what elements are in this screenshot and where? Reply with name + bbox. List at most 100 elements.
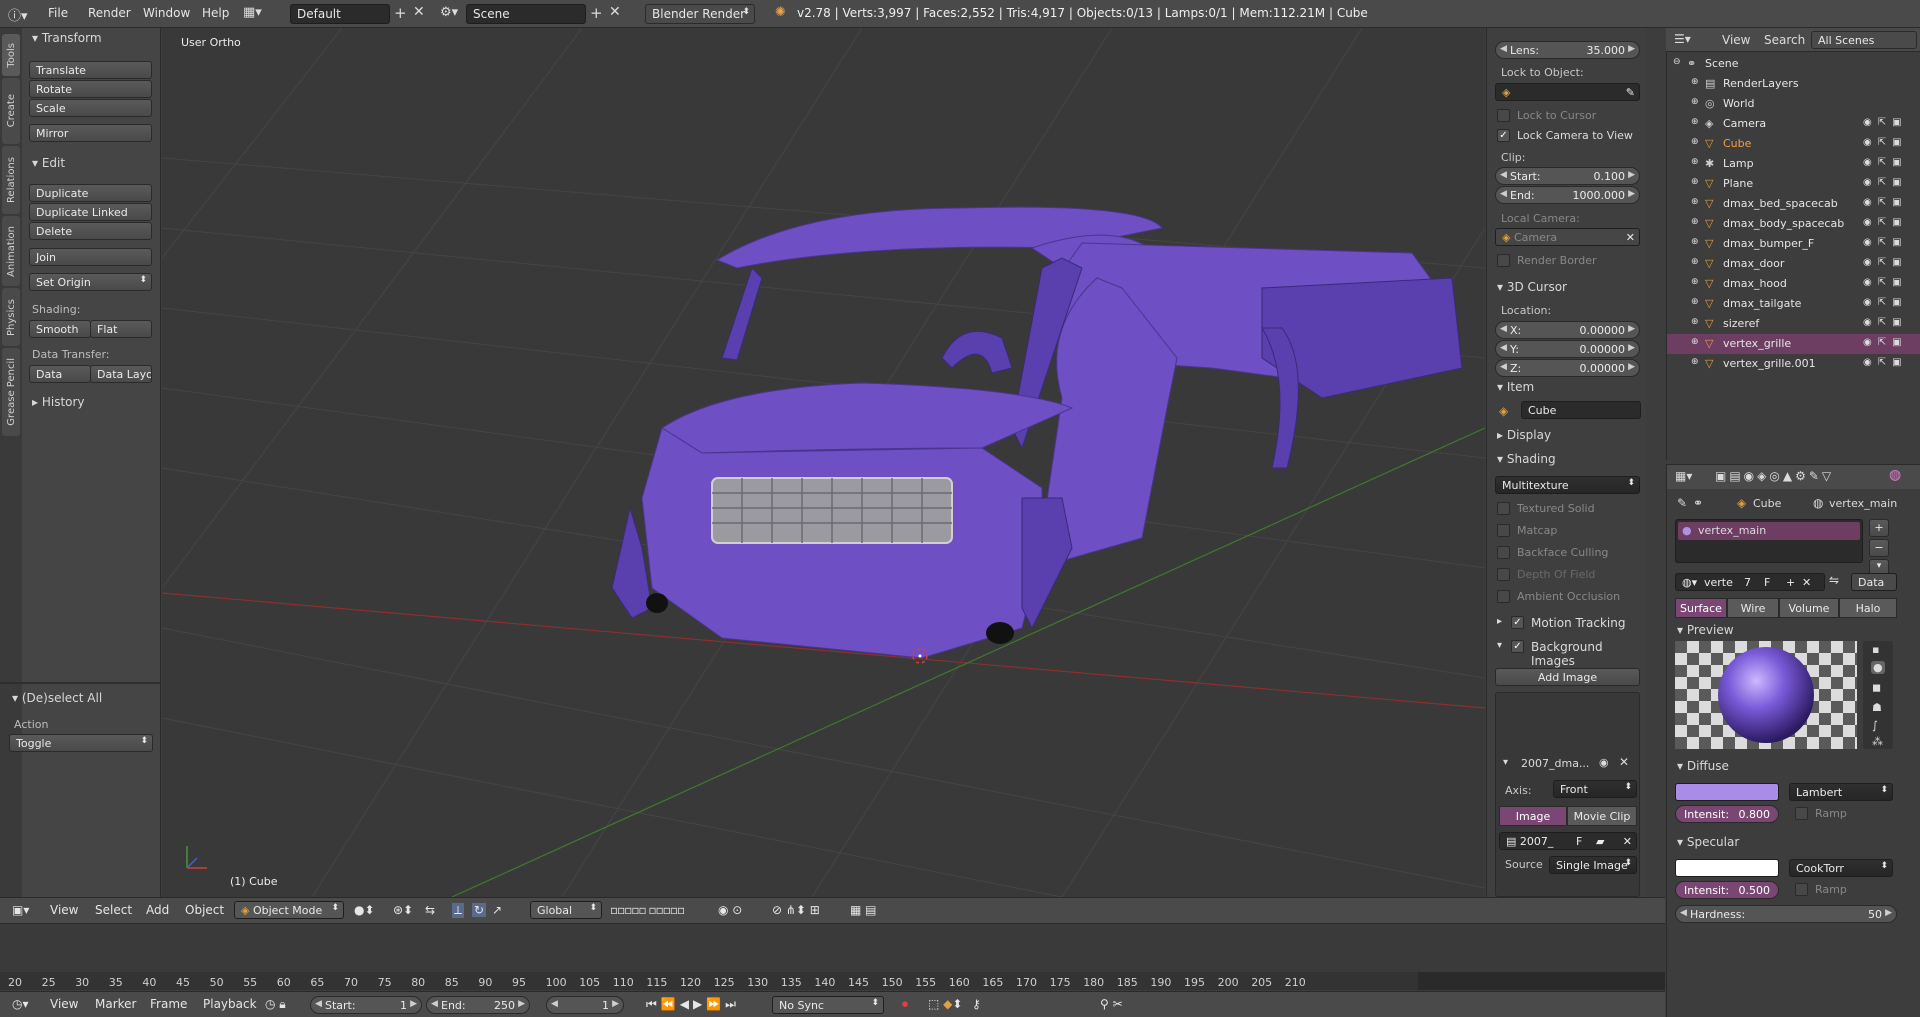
tab-animation[interactable]: Animation xyxy=(2,216,20,286)
lock-cursor-checkbox[interactable] xyxy=(1497,109,1510,122)
flat-preview-icon[interactable]: ▪ xyxy=(1872,643,1879,656)
lens-field[interactable]: ◀ Lens: 35.000 ▶ xyxy=(1495,41,1640,59)
record-icon[interactable]: ⏺ xyxy=(902,997,908,1012)
tab-movie-clip[interactable]: Movie Clip xyxy=(1567,806,1637,826)
hardness-field[interactable]: ◀ Hardness: 50 ▶ xyxy=(1675,905,1897,923)
link-icon[interactable]: ⇋ xyxy=(1829,573,1839,587)
orientation-dropdown[interactable]: Global ⬍ xyxy=(530,901,602,919)
edit-panel-header[interactable]: ▾ Edit xyxy=(32,156,65,170)
close-layout-icon[interactable]: ✕ xyxy=(413,4,425,20)
sphere-preview-icon[interactable]: ● xyxy=(1871,661,1885,674)
restriction-icons[interactable]: ◉⇱▣ xyxy=(1863,257,1908,268)
cursor-x-field[interactable]: ◀ X: 0.00000 ▶ xyxy=(1495,321,1640,339)
sky-preview-icon[interactable]: ⁂ xyxy=(1872,735,1883,748)
mode-dropdown[interactable]: ◈ Object Mode ⬍ xyxy=(234,901,344,919)
expand-icon[interactable]: ⊕ xyxy=(1691,77,1699,87)
tab-relations[interactable]: Relations xyxy=(2,146,20,214)
layout-icon[interactable]: ▦▾ xyxy=(243,5,262,20)
expand-icon[interactable]: ⊕ xyxy=(1691,257,1699,267)
diffuse-ramp-checkbox[interactable] xyxy=(1795,807,1808,820)
menu-render[interactable]: Render xyxy=(88,6,131,20)
expand-icon[interactable]: ⊕ xyxy=(1691,157,1699,167)
outliner-display-dropdown[interactable]: All Scenes xyxy=(1811,31,1917,49)
expand-icon[interactable]: ⊖ xyxy=(1673,57,1681,67)
expand-icon[interactable]: ⊕ xyxy=(1691,337,1699,347)
expand-icon[interactable]: ⊕ xyxy=(1691,317,1699,327)
restriction-icons[interactable]: ◉⇱▣ xyxy=(1863,317,1908,328)
add-layout-icon[interactable]: + xyxy=(394,4,407,22)
expand-icon[interactable]: ⊕ xyxy=(1691,217,1699,227)
scene-icon[interactable]: ⚙▾ xyxy=(440,5,458,20)
expand-icon[interactable]: ⊕ xyxy=(1691,237,1699,247)
menu-file[interactable]: File xyxy=(48,6,68,20)
outliner-row[interactable]: ⊕ ◈ Camera ◉⇱▣ xyxy=(1667,114,1920,134)
render-border-checkbox[interactable] xyxy=(1497,254,1510,267)
cube-preview-icon[interactable]: ◼ xyxy=(1872,681,1881,694)
diffuse-intensity-field[interactable]: Intensit: 0.800 xyxy=(1675,805,1779,823)
data-layout-button[interactable]: Data Layo xyxy=(90,365,152,383)
eye-icon[interactable]: ◉ xyxy=(1599,756,1609,769)
render-engine-select[interactable]: Blender Render ⬍ xyxy=(645,4,755,24)
clip-start-field[interactable]: ◀ Start: 0.100 ▶ xyxy=(1495,167,1640,185)
restriction-icons[interactable]: ◉⇱▣ xyxy=(1863,177,1908,188)
menu-help[interactable]: Help xyxy=(202,6,229,20)
specular-shader-dropdown[interactable]: CookTorr ⬍ xyxy=(1789,859,1893,877)
preview-range-icon[interactable]: ◷ 🔒︎ xyxy=(265,997,286,1012)
properties-editor-icon[interactable]: ▦▾ xyxy=(1675,469,1692,483)
tab-image[interactable]: Image xyxy=(1499,806,1567,826)
restriction-icons[interactable]: ◉⇱▣ xyxy=(1863,197,1908,208)
tl-marker-menu[interactable]: Marker xyxy=(95,997,136,1011)
outliner-row[interactable]: ⊕ ▽ Cube ◉⇱▣ xyxy=(1667,134,1920,154)
diffuse-shader-dropdown[interactable]: Lambert ⬍ xyxy=(1789,783,1893,801)
expand-icon[interactable]: ⊕ xyxy=(1691,137,1699,147)
tab-halo[interactable]: Halo xyxy=(1839,598,1897,618)
outliner-row[interactable]: ⊕ ▽ Plane ◉⇱▣ xyxy=(1667,174,1920,194)
clear-icon[interactable]: ✕ xyxy=(1626,231,1635,244)
tab-create[interactable]: Create xyxy=(2,78,20,144)
playback-controls-icon[interactable]: ⏮⏪◀▶⏩⏭ xyxy=(646,997,740,1012)
expand-icon[interactable]: ⊕ xyxy=(1691,177,1699,187)
cursor-y-field[interactable]: ◀ Y: 0.00000 ▶ xyxy=(1495,340,1640,358)
restriction-icons[interactable]: ◉⇱▣ xyxy=(1863,297,1908,308)
axis-dropdown[interactable]: Front ⬍ xyxy=(1553,780,1637,798)
duplicate-button[interactable]: Duplicate xyxy=(29,184,152,202)
material-slot-item[interactable]: ● vertex_main xyxy=(1678,522,1860,540)
material-datablock-field[interactable]: ◍▾ verte 7 F + ✕ xyxy=(1675,573,1825,591)
proportional-edit-icon[interactable]: ◉ ⊙ xyxy=(718,903,742,917)
timeline-editor-icon[interactable]: ◷▾ xyxy=(12,997,29,1011)
clip-end-field[interactable]: ◀ End: 1000.000 ▶ xyxy=(1495,186,1640,204)
backface-checkbox[interactable] xyxy=(1497,546,1510,559)
layout-field[interactable]: Default xyxy=(290,4,390,24)
context-tab-icons[interactable]: ▣▤◉◈◎▲⚙✎▽ xyxy=(1715,469,1834,483)
link-data-dropdown[interactable]: Data xyxy=(1851,573,1897,591)
tl-playback-menu[interactable]: Playback xyxy=(203,997,257,1011)
3d-viewport[interactable]: User Ortho (1) Cube xyxy=(162,28,1485,897)
material-fake-user[interactable]: F xyxy=(1764,576,1770,589)
textured-solid-checkbox[interactable] xyxy=(1497,502,1510,515)
restriction-icons[interactable]: ◉⇱▣ xyxy=(1863,277,1908,288)
monkey-preview-icon[interactable]: ☗ xyxy=(1872,701,1882,714)
diffuse-panel-header[interactable]: ▾ Diffuse xyxy=(1677,759,1729,773)
outliner-row[interactable]: ⊕ ▽ dmax_bumper_F ◉⇱▣ xyxy=(1667,234,1920,254)
timeline[interactable]: 20 25 30 35 40 45 50 55 60 65 70 75 80 85 90 95 100 105 11… xyxy=(0,923,1665,990)
outliner-row[interactable]: ⊕ ▽ vertex_grille ◉⇱▣ xyxy=(1667,334,1920,354)
flat-button[interactable]: Flat xyxy=(90,320,152,338)
outliner-search-menu[interactable]: Search xyxy=(1764,33,1805,47)
hair-preview-icon[interactable]: ∫ xyxy=(1872,719,1878,732)
duplicate-linked-button[interactable]: Duplicate Linked xyxy=(29,203,152,221)
material-slot-list[interactable]: ● vertex_main xyxy=(1675,519,1863,563)
3d-cursor-panel-header[interactable]: ▾ 3D Cursor xyxy=(1497,280,1567,294)
expand-icon[interactable]: ⊕ xyxy=(1691,97,1699,107)
restriction-icons[interactable]: ◉⇱▣ xyxy=(1863,117,1908,128)
mirror-button[interactable]: Mirror xyxy=(29,124,152,142)
shading-mode-dropdown[interactable]: Multitexture ⬍ xyxy=(1495,476,1640,494)
scene-field[interactable]: Scene xyxy=(466,4,586,24)
restriction-icons[interactable]: ◉⇱▣ xyxy=(1863,137,1908,148)
outliner-row[interactable]: ⊕ ▽ dmax_hood ◉⇱▣ xyxy=(1667,274,1920,294)
tab-tools[interactable]: Tools xyxy=(2,34,20,76)
item-panel-header[interactable]: ▾ Item xyxy=(1497,380,1534,394)
remove-bg-icon[interactable]: ✕ xyxy=(1619,755,1629,769)
set-origin-dropdown[interactable]: Set Origin ⬍ xyxy=(29,273,152,291)
data-button[interactable]: Data xyxy=(29,365,91,383)
snap-icon[interactable]: ⊘ ⋔⬍ ⊞ xyxy=(772,903,820,917)
